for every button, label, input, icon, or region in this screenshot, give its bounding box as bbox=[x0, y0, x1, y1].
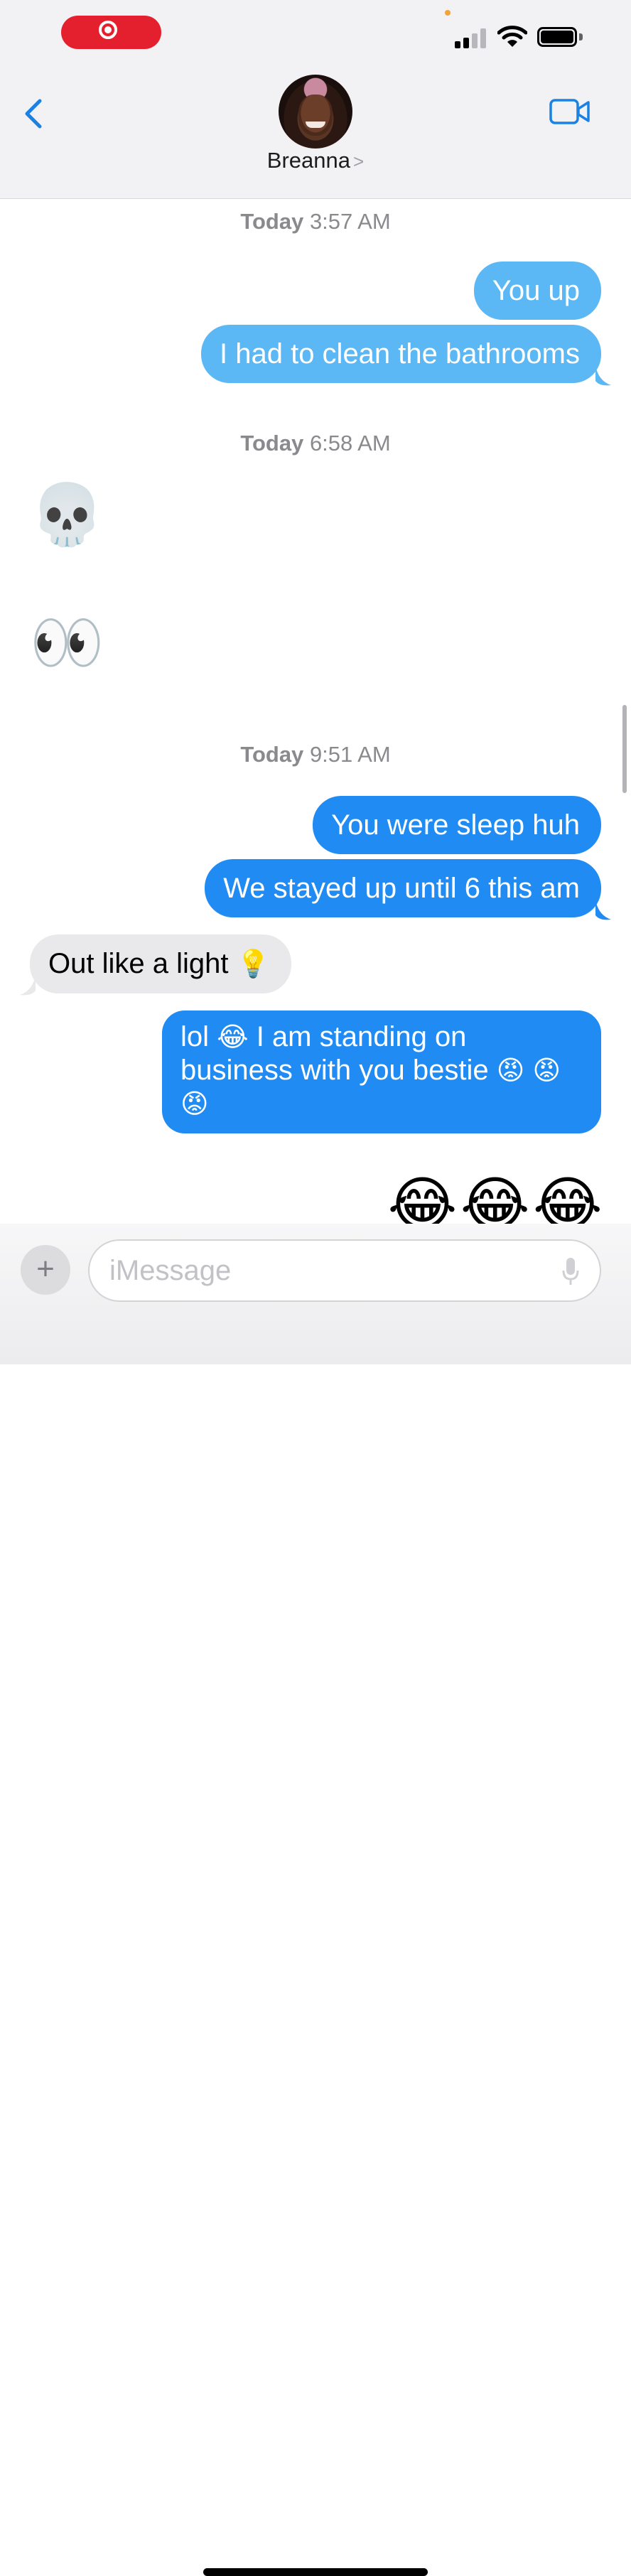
screen-recording-indicator[interactable] bbox=[61, 16, 161, 49]
cellular-signal-icon bbox=[455, 26, 487, 48]
angry-face-emoji: 😡 bbox=[180, 1089, 209, 1119]
contact-name: Breanna bbox=[266, 148, 351, 173]
chevron-right-icon: > bbox=[353, 151, 365, 172]
sent-message-bubble[interactable]: I had to clean the bathrooms bbox=[201, 325, 601, 383]
laughing-emoji: 😂 bbox=[217, 1023, 249, 1052]
message-input-placeholder: iMessage bbox=[109, 1255, 232, 1286]
received-emoji-message[interactable]: 💀 bbox=[30, 479, 104, 550]
sent-message-bubble[interactable]: lol 😂 I am standing on business with you… bbox=[162, 1011, 601, 1133]
message-input-bar: + iMessage bbox=[0, 1224, 631, 2576]
back-chevron-icon[interactable] bbox=[20, 94, 48, 134]
bubble-tail bbox=[595, 365, 611, 386]
angry-face-emoji: 😡 bbox=[496, 1056, 525, 1086]
conversation-header: Breanna > bbox=[0, 71, 631, 199]
contact-name-button[interactable]: Breanna > bbox=[0, 148, 631, 173]
angry-face-emoji: 😡 bbox=[532, 1056, 561, 1086]
sent-message-bubble[interactable]: You were sleep huh bbox=[313, 796, 601, 854]
microphone-icon[interactable] bbox=[561, 1256, 580, 1286]
wifi-icon bbox=[497, 26, 527, 47]
video-camera-icon[interactable] bbox=[549, 98, 590, 125]
scroll-indicator[interactable] bbox=[622, 705, 627, 793]
light-bulb-emoji: 💡 bbox=[236, 949, 270, 979]
timestamp: Today 9:51 AM bbox=[240, 742, 391, 767]
apps-plus-button[interactable]: + bbox=[21, 1245, 70, 1295]
battery-icon bbox=[537, 27, 584, 47]
microphone-in-use-dot bbox=[445, 10, 451, 16]
home-indicator[interactable] bbox=[203, 2568, 428, 2576]
sent-message-bubble[interactable]: We stayed up until 6 this am bbox=[205, 859, 601, 917]
timestamp: Today 6:58 AM bbox=[240, 431, 391, 456]
received-message-bubble[interactable]: Out like a light 💡 bbox=[30, 934, 291, 993]
received-emoji-message[interactable]: 👀 bbox=[30, 607, 104, 678]
timestamp: Today 3:57 AM bbox=[240, 209, 391, 234]
message-input[interactable]: iMessage bbox=[88, 1239, 601, 1302]
sent-message-bubble[interactable]: You up bbox=[473, 262, 601, 320]
bubble-tail bbox=[20, 975, 36, 996]
contact-avatar[interactable] bbox=[279, 75, 352, 149]
status-bar bbox=[0, 0, 631, 71]
bubble-tail bbox=[595, 900, 611, 920]
